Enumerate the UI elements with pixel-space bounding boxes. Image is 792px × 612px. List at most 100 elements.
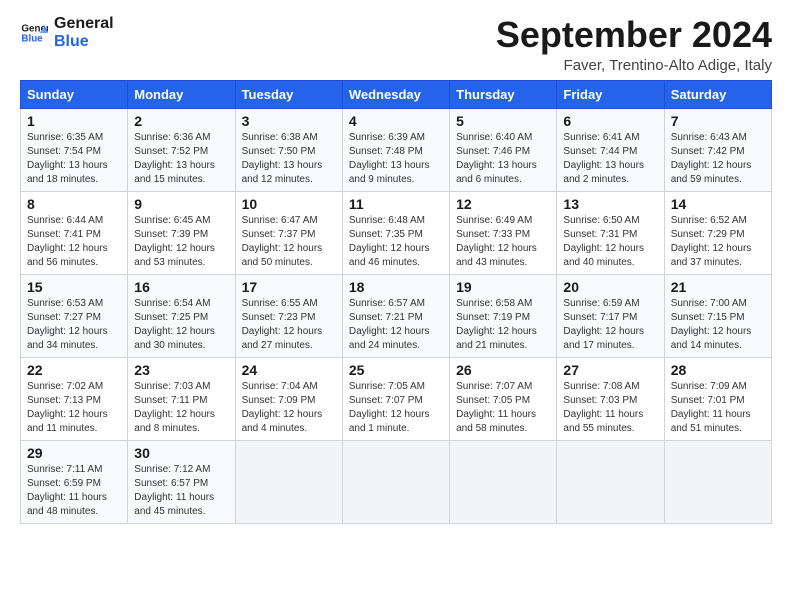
day-number: 6 xyxy=(563,113,657,129)
day-cell: 26 Sunrise: 7:07 AM Sunset: 7:05 PM Dayli… xyxy=(450,357,557,440)
week-row-1: 1 Sunrise: 6:35 AM Sunset: 7:54 PM Daylig… xyxy=(21,108,772,191)
day-cell: 10 Sunrise: 6:47 AM Sunset: 7:37 PM Dayli… xyxy=(235,191,342,274)
day-cell xyxy=(450,440,557,523)
day-cell: 23 Sunrise: 7:03 AM Sunset: 7:11 PM Dayli… xyxy=(128,357,235,440)
day-cell: 15 Sunrise: 6:53 AM Sunset: 7:27 PM Dayli… xyxy=(21,274,128,357)
day-number: 24 xyxy=(242,362,336,378)
day-header-wednesday: Wednesday xyxy=(342,80,449,108)
day-cell: 1 Sunrise: 6:35 AM Sunset: 7:54 PM Daylig… xyxy=(21,108,128,191)
day-info: Sunrise: 7:03 AM Sunset: 7:11 PM Dayligh… xyxy=(134,380,228,436)
day-cell: 9 Sunrise: 6:45 AM Sunset: 7:39 PM Daylig… xyxy=(128,191,235,274)
day-header-sunday: Sunday xyxy=(21,80,128,108)
day-number: 23 xyxy=(134,362,228,378)
day-info: Sunrise: 6:40 AM Sunset: 7:46 PM Dayligh… xyxy=(456,131,550,187)
day-info: Sunrise: 6:41 AM Sunset: 7:44 PM Dayligh… xyxy=(563,131,657,187)
day-number: 10 xyxy=(242,196,336,212)
day-number: 22 xyxy=(27,362,121,378)
day-info: Sunrise: 6:53 AM Sunset: 7:27 PM Dayligh… xyxy=(27,297,121,353)
day-cell: 19 Sunrise: 6:58 AM Sunset: 7:19 PM Dayli… xyxy=(450,274,557,357)
day-number: 7 xyxy=(671,113,765,129)
day-number: 13 xyxy=(563,196,657,212)
day-cell: 30Sunrise: 7:12 AM Sunset: 6:57 PM Dayli… xyxy=(128,440,235,523)
day-info: Sunrise: 6:59 AM Sunset: 7:17 PM Dayligh… xyxy=(563,297,657,353)
day-number: 18 xyxy=(349,279,443,295)
day-info: Sunrise: 6:47 AM Sunset: 7:37 PM Dayligh… xyxy=(242,214,336,270)
day-cell: 24 Sunrise: 7:04 AM Sunset: 7:09 PM Dayli… xyxy=(235,357,342,440)
day-info: Sunrise: 6:49 AM Sunset: 7:33 PM Dayligh… xyxy=(456,214,550,270)
svg-text:Blue: Blue xyxy=(21,34,43,45)
day-cell: 27Sunrise: 7:08 AM Sunset: 7:03 PM Dayli… xyxy=(557,357,664,440)
day-info: Sunrise: 6:57 AM Sunset: 7:21 PM Dayligh… xyxy=(349,297,443,353)
day-number: 27 xyxy=(563,362,657,378)
calendar-header: SundayMondayTuesdayWednesdayThursdayFrid… xyxy=(21,80,772,108)
day-cell: 17 Sunrise: 6:55 AM Sunset: 7:23 PM Dayli… xyxy=(235,274,342,357)
logo-text-general: General xyxy=(54,15,114,33)
header-row: SundayMondayTuesdayWednesdayThursdayFrid… xyxy=(21,80,772,108)
week-row-4: 22 Sunrise: 7:02 AM Sunset: 7:13 PM Dayli… xyxy=(21,357,772,440)
day-number: 1 xyxy=(27,113,121,129)
day-info: Sunrise: 7:11 AM Sunset: 6:59 PM Dayligh… xyxy=(27,463,121,519)
day-cell: 25Sunrise: 7:05 AM Sunset: 7:07 PM Dayli… xyxy=(342,357,449,440)
day-cell xyxy=(557,440,664,523)
day-cell: 3 Sunrise: 6:38 AM Sunset: 7:50 PM Daylig… xyxy=(235,108,342,191)
day-info: Sunrise: 6:55 AM Sunset: 7:23 PM Dayligh… xyxy=(242,297,336,353)
day-header-monday: Monday xyxy=(128,80,235,108)
day-cell: 18 Sunrise: 6:57 AM Sunset: 7:21 PM Dayli… xyxy=(342,274,449,357)
day-number: 5 xyxy=(456,113,550,129)
day-info: Sunrise: 6:45 AM Sunset: 7:39 PM Dayligh… xyxy=(134,214,228,270)
day-number: 3 xyxy=(242,113,336,129)
day-number: 14 xyxy=(671,196,765,212)
day-number: 8 xyxy=(27,196,121,212)
day-info: Sunrise: 6:54 AM Sunset: 7:25 PM Dayligh… xyxy=(134,297,228,353)
day-number: 30 xyxy=(134,445,228,461)
day-cell: 6 Sunrise: 6:41 AM Sunset: 7:44 PM Daylig… xyxy=(557,108,664,191)
day-cell xyxy=(342,440,449,523)
day-number: 19 xyxy=(456,279,550,295)
logo-icon: General Blue xyxy=(20,19,48,47)
week-row-3: 15 Sunrise: 6:53 AM Sunset: 7:27 PM Dayli… xyxy=(21,274,772,357)
calendar-body: 1 Sunrise: 6:35 AM Sunset: 7:54 PM Daylig… xyxy=(21,108,772,523)
day-number: 4 xyxy=(349,113,443,129)
day-info: Sunrise: 6:58 AM Sunset: 7:19 PM Dayligh… xyxy=(456,297,550,353)
day-info: Sunrise: 6:39 AM Sunset: 7:48 PM Dayligh… xyxy=(349,131,443,187)
page-header: General Blue General Blue September 2024… xyxy=(20,15,772,74)
day-number: 21 xyxy=(671,279,765,295)
day-header-saturday: Saturday xyxy=(664,80,771,108)
day-info: Sunrise: 6:52 AM Sunset: 7:29 PM Dayligh… xyxy=(671,214,765,270)
day-cell: 11Sunrise: 6:48 AM Sunset: 7:35 PM Dayli… xyxy=(342,191,449,274)
day-number: 28 xyxy=(671,362,765,378)
logo-text-blue: Blue xyxy=(54,33,114,51)
day-info: Sunrise: 6:43 AM Sunset: 7:42 PM Dayligh… xyxy=(671,131,765,187)
day-cell: 12Sunrise: 6:49 AM Sunset: 7:33 PM Dayli… xyxy=(450,191,557,274)
day-cell: 8 Sunrise: 6:44 AM Sunset: 7:41 PM Daylig… xyxy=(21,191,128,274)
day-info: Sunrise: 7:02 AM Sunset: 7:13 PM Dayligh… xyxy=(27,380,121,436)
day-number: 17 xyxy=(242,279,336,295)
month-title: September 2024 xyxy=(496,15,772,55)
day-info: Sunrise: 6:44 AM Sunset: 7:41 PM Dayligh… xyxy=(27,214,121,270)
day-info: Sunrise: 6:35 AM Sunset: 7:54 PM Dayligh… xyxy=(27,131,121,187)
day-number: 2 xyxy=(134,113,228,129)
day-cell: 13Sunrise: 6:50 AM Sunset: 7:31 PM Dayli… xyxy=(557,191,664,274)
day-cell: 22 Sunrise: 7:02 AM Sunset: 7:13 PM Dayli… xyxy=(21,357,128,440)
day-number: 26 xyxy=(456,362,550,378)
day-number: 15 xyxy=(27,279,121,295)
week-row-2: 8 Sunrise: 6:44 AM Sunset: 7:41 PM Daylig… xyxy=(21,191,772,274)
location-subtitle: Faver, Trentino-Alto Adige, Italy xyxy=(496,57,772,74)
day-cell: 7 Sunrise: 6:43 AM Sunset: 7:42 PM Daylig… xyxy=(664,108,771,191)
day-cell: 2Sunrise: 6:36 AM Sunset: 7:52 PM Daylig… xyxy=(128,108,235,191)
day-cell: 5 Sunrise: 6:40 AM Sunset: 7:46 PM Daylig… xyxy=(450,108,557,191)
day-cell: 29 Sunrise: 7:11 AM Sunset: 6:59 PM Dayli… xyxy=(21,440,128,523)
day-number: 29 xyxy=(27,445,121,461)
day-cell: 16Sunrise: 6:54 AM Sunset: 7:25 PM Dayli… xyxy=(128,274,235,357)
day-cell: 28Sunrise: 7:09 AM Sunset: 7:01 PM Dayli… xyxy=(664,357,771,440)
day-info: Sunrise: 7:07 AM Sunset: 7:05 PM Dayligh… xyxy=(456,380,550,436)
day-number: 11 xyxy=(349,196,443,212)
day-number: 20 xyxy=(563,279,657,295)
day-cell: 14 Sunrise: 6:52 AM Sunset: 7:29 PM Dayli… xyxy=(664,191,771,274)
calendar-table: SundayMondayTuesdayWednesdayThursdayFrid… xyxy=(20,80,772,524)
day-header-tuesday: Tuesday xyxy=(235,80,342,108)
day-info: Sunrise: 6:38 AM Sunset: 7:50 PM Dayligh… xyxy=(242,131,336,187)
day-number: 9 xyxy=(134,196,228,212)
day-info: Sunrise: 7:04 AM Sunset: 7:09 PM Dayligh… xyxy=(242,380,336,436)
day-header-friday: Friday xyxy=(557,80,664,108)
